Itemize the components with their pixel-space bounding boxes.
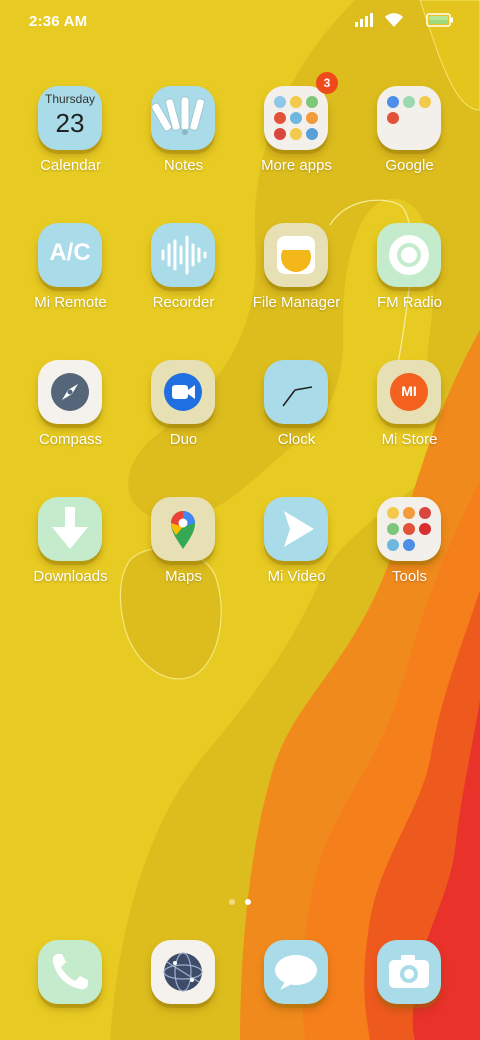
app-clock[interactable]: Clock [240,356,353,480]
app-duo[interactable]: Duo [127,356,240,480]
app-label: Mi Store [381,431,438,448]
app-label: Tools [391,568,428,585]
calendar-day-name: Thursday [44,92,96,106]
clock-icon [264,360,328,424]
folder-icon [377,497,441,561]
phone-icon [38,940,102,1004]
app-label: Google [385,157,434,174]
page-dot[interactable] [229,899,235,905]
app-compass[interactable]: Compass [14,356,127,480]
remote-icon: A/C [38,223,102,287]
signal-icon [354,12,376,32]
mi-store-icon: MI [377,360,441,424]
download-icon [38,497,102,561]
video-icon [264,497,328,561]
maps-icon [151,497,215,561]
page-indicator [0,897,480,907]
folder-icon [264,86,328,150]
app-folder-google[interactable]: Google [353,82,466,206]
app-downloads[interactable]: Downloads [14,493,127,617]
remote-glyph: A/C [49,239,91,266]
app-recorder[interactable]: Recorder [127,219,240,343]
calendar-icon: Thursday 23 [38,86,102,150]
app-label: FM Radio [376,294,443,311]
camera-icon [377,940,441,1004]
messages-icon [264,940,328,1004]
status-time: 2:36 AM [29,13,88,30]
notes-icon [151,86,215,150]
dock-camera[interactable] [353,936,466,1020]
app-mi-video[interactable]: Mi Video [240,493,353,617]
wifi-icon [384,12,404,32]
notification-badge: 3 [316,72,338,94]
dock-phone[interactable] [14,936,127,1020]
folder-icon [377,86,441,150]
status-bar: 2:36 AM [0,0,480,44]
dock-messages[interactable] [240,936,353,1020]
app-folder-tools[interactable]: Tools [353,493,466,617]
calendar-day-number: 23 [55,108,85,138]
mi-store-glyph: MI [401,383,417,399]
compass-icon [38,360,102,424]
duo-icon [151,360,215,424]
radio-icon [377,223,441,287]
battery-icon [426,12,454,32]
app-file-manager[interactable]: File Manager [240,219,353,343]
app-notes[interactable]: Notes [127,82,240,206]
home-app-grid: Thursday 23 Calendar Notes 3 More apps G… [0,0,480,1040]
app-maps[interactable]: Maps [127,493,240,617]
app-calendar[interactable]: Thursday 23 Calendar [14,82,127,206]
app-folder-more-apps[interactable]: 3 More apps [240,72,353,206]
page-dot-active[interactable] [245,899,251,905]
browser-icon [151,940,215,1004]
app-mi-remote[interactable]: A/C Mi Remote [14,219,127,343]
recorder-icon [151,223,215,287]
file-manager-icon [264,223,328,287]
app-fm-radio[interactable]: FM Radio [353,219,466,343]
app-mi-store[interactable]: MI Mi Store [353,356,466,480]
dock [0,936,480,1020]
dock-browser[interactable] [127,936,240,1020]
